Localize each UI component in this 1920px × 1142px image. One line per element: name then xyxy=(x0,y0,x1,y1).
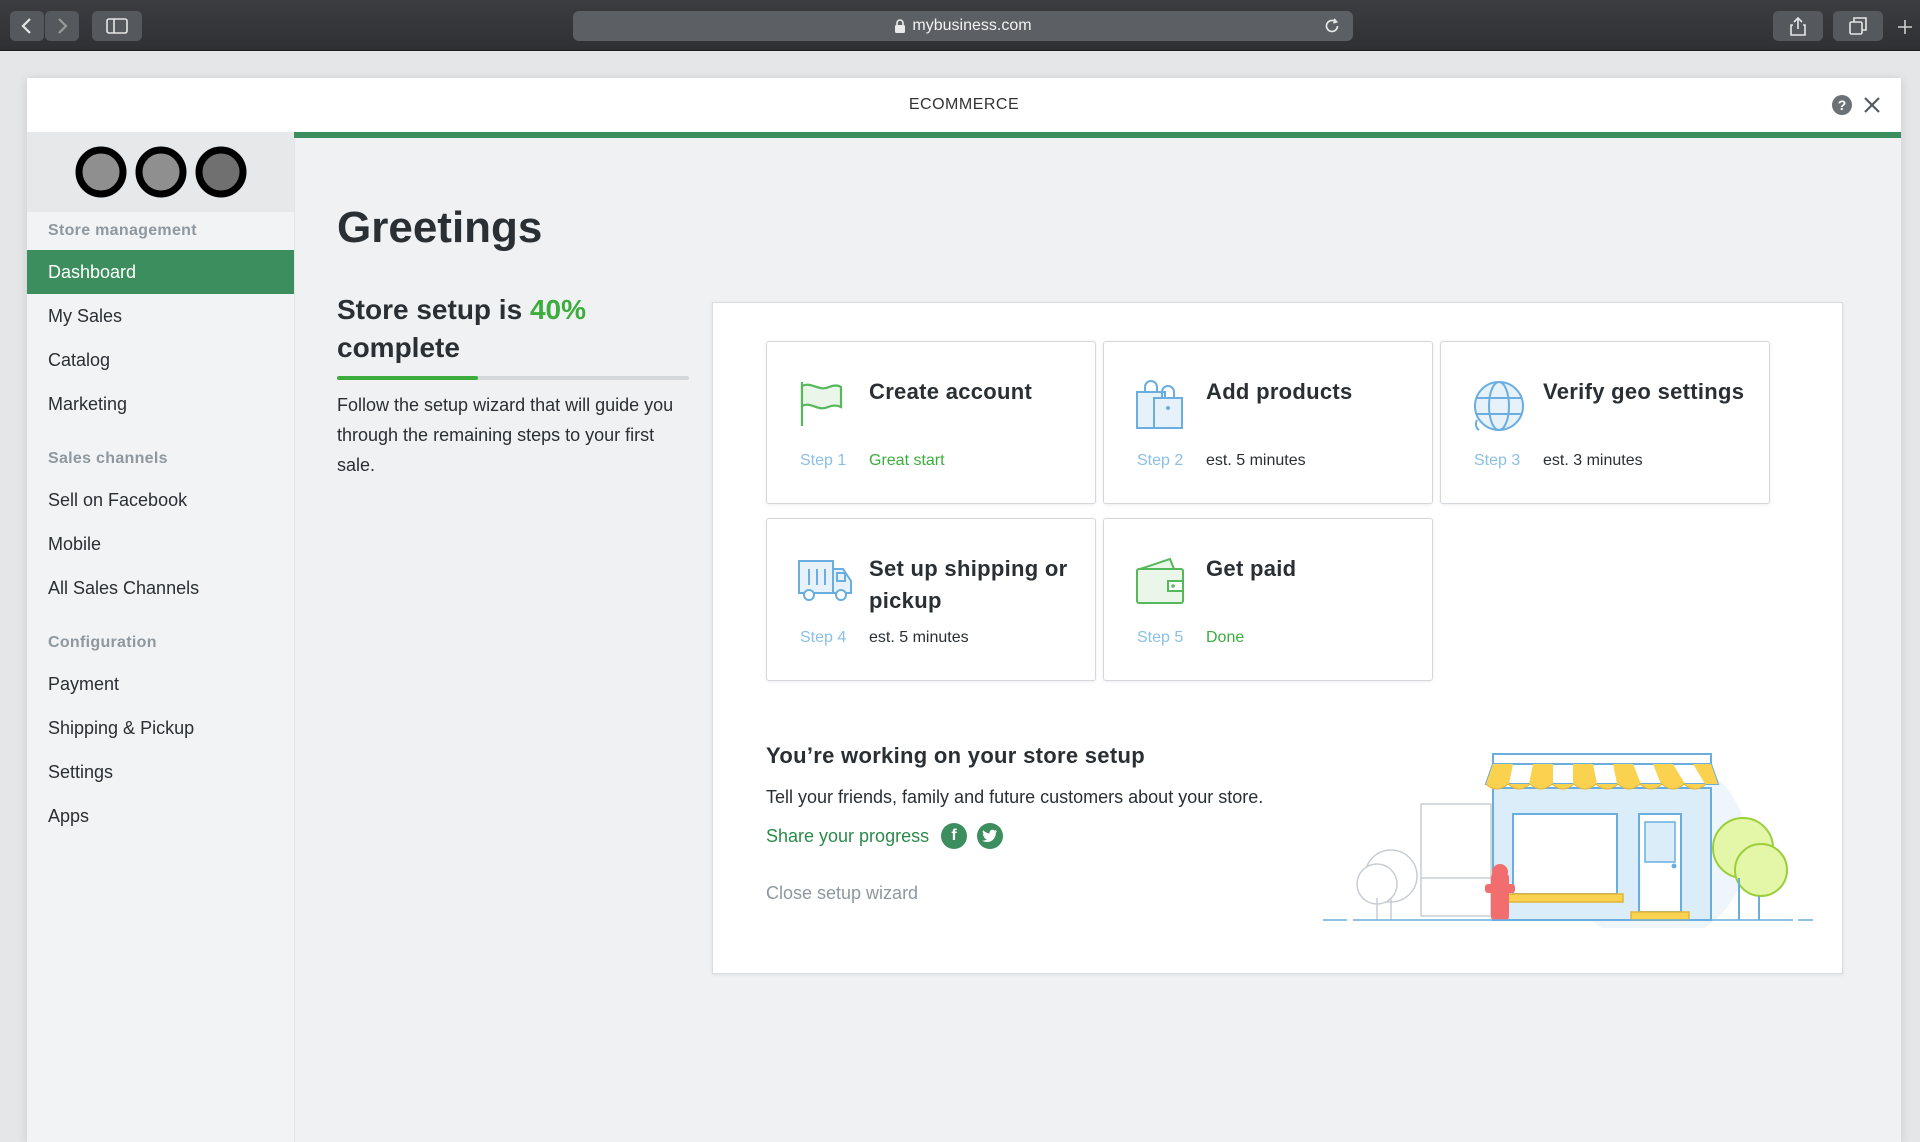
setup-progress-heading: Store setup is 40% complete xyxy=(337,291,697,367)
sidebar-item-shipping-pickup[interactable]: Shipping & Pickup xyxy=(27,706,294,750)
step-number: Step 4 xyxy=(800,629,847,646)
step-number: Step 3 xyxy=(1474,452,1521,469)
truck-icon xyxy=(798,560,852,601)
share-icon xyxy=(1790,16,1806,36)
shopping-bag-icon xyxy=(1136,380,1183,429)
app-window: ECOMMERCE ? Store management Dashboard M… xyxy=(27,78,1901,1142)
url-text: mybusiness.com xyxy=(912,17,1032,34)
working-title: You’re working on your store setup xyxy=(766,743,1145,768)
setup-progress-fill xyxy=(337,376,478,380)
step-title: Set up shipping or pickup xyxy=(869,556,1068,613)
sidebar-item-apps[interactable]: Apps xyxy=(27,794,294,838)
sidebar-item-mobile[interactable]: Mobile xyxy=(27,522,294,566)
sidebar-item-sell-on-facebook[interactable]: Sell on Facebook xyxy=(27,478,294,522)
store-logo xyxy=(27,132,294,212)
sidebar-icon xyxy=(106,18,128,34)
step-status: est. 5 minutes xyxy=(869,629,969,646)
sidebar-item-my-sales[interactable]: My Sales xyxy=(27,294,294,338)
setup-percent: 40% xyxy=(529,294,586,325)
window-title: ECOMMERCE xyxy=(908,96,1020,113)
step-status: Done xyxy=(1206,629,1245,646)
setup-description: Follow the setup wizard that will guide … xyxy=(337,395,674,475)
logo-circle-icon xyxy=(135,146,186,198)
address-bar[interactable]: mybusiness.com xyxy=(573,11,1353,41)
plus-icon xyxy=(1898,20,1912,34)
setup-prefix: Store setup is xyxy=(337,294,523,325)
step-card-get-paid[interactable]: Get paid Step 5 Done xyxy=(1103,518,1433,681)
facebook-letter: f xyxy=(951,827,957,844)
logo-circle-icon xyxy=(195,146,246,198)
step-card-create-account[interactable]: Create account Step 1 Great start xyxy=(766,341,1096,504)
sidebar-item-dashboard[interactable]: Dashboard xyxy=(27,250,294,294)
page-title: Greetings xyxy=(337,203,543,252)
sidebar-item-settings[interactable]: Settings xyxy=(27,750,294,794)
chevron-right-icon xyxy=(58,18,68,34)
close-setup-wizard-link[interactable]: Close setup wizard xyxy=(766,883,918,904)
step-number: Step 5 xyxy=(1137,629,1184,646)
sidebar-item-all-sales-channels[interactable]: All Sales Channels xyxy=(27,566,294,610)
tabs-overview-button[interactable] xyxy=(1833,11,1883,41)
step-card-shipping-pickup[interactable]: Set up shipping or pickup Step 4 est. 5 … xyxy=(766,518,1096,681)
step-title: Add products xyxy=(1206,379,1353,404)
step-status: est. 5 minutes xyxy=(1206,452,1306,469)
browser-toolbar: mybusiness.com xyxy=(0,0,1920,51)
setup-wizard-panel: Create account Step 1 Great start Add pr… xyxy=(712,302,1843,974)
reload-icon[interactable] xyxy=(1323,17,1341,35)
step-card-verify-geo-settings[interactable]: Verify geo settings Step 3 est. 3 minute… xyxy=(1440,341,1770,504)
forward-button[interactable] xyxy=(45,11,79,41)
step-status: est. 3 minutes xyxy=(1543,452,1643,469)
tabs-icon xyxy=(1849,17,1867,35)
section-label-store-management: Store management xyxy=(48,222,197,239)
setup-suffix: complete xyxy=(337,332,460,363)
sidebar-item-payment[interactable]: Payment xyxy=(27,662,294,706)
facebook-icon[interactable]: f xyxy=(941,823,968,849)
back-button[interactable] xyxy=(10,11,44,41)
twitter-icon[interactable] xyxy=(977,823,1004,849)
section-label-sales-channels: Sales channels xyxy=(48,450,168,467)
step-status: Great start xyxy=(869,452,945,469)
section-label-configuration: Configuration xyxy=(48,634,157,651)
help-icon[interactable]: ? xyxy=(1831,94,1853,116)
share-progress-row: Share your progress f xyxy=(766,823,1004,849)
logo-circle-icon xyxy=(75,146,126,198)
working-description: Tell your friends, family and future cus… xyxy=(766,787,1264,807)
share-page-button[interactable] xyxy=(1773,11,1823,41)
new-tab-button[interactable] xyxy=(1896,18,1914,36)
lock-icon xyxy=(895,19,906,33)
sidebar-item-marketing[interactable]: Marketing xyxy=(27,382,294,426)
close-icon[interactable] xyxy=(1861,94,1883,116)
top-progress-line xyxy=(294,132,1901,138)
flag-icon xyxy=(800,382,843,426)
storefront-illustration xyxy=(1323,753,1813,928)
globe-icon xyxy=(1474,381,1524,431)
chevron-left-icon xyxy=(21,18,31,34)
twitter-bird-icon xyxy=(982,829,998,842)
step-number: Step 2 xyxy=(1137,452,1184,469)
step-title: Get paid xyxy=(1206,556,1297,581)
window-titlebar: ECOMMERCE ? xyxy=(27,78,1901,133)
step-card-add-products[interactable]: Add products Step 2 est. 5 minutes xyxy=(1103,341,1433,504)
sidebar: Store management Dashboard My Sales Cata… xyxy=(27,132,295,1142)
step-title: Verify geo settings xyxy=(1543,379,1745,404)
share-progress-link[interactable]: Share your progress xyxy=(766,826,929,847)
wallet-icon xyxy=(1136,557,1184,604)
sidebar-item-catalog[interactable]: Catalog xyxy=(27,338,294,382)
setup-progress-bar xyxy=(337,376,689,380)
step-title: Create account xyxy=(869,379,1033,404)
svg-text:?: ? xyxy=(1838,97,1847,113)
step-number: Step 1 xyxy=(800,452,847,469)
sidebar-toggle-button[interactable] xyxy=(92,11,142,41)
